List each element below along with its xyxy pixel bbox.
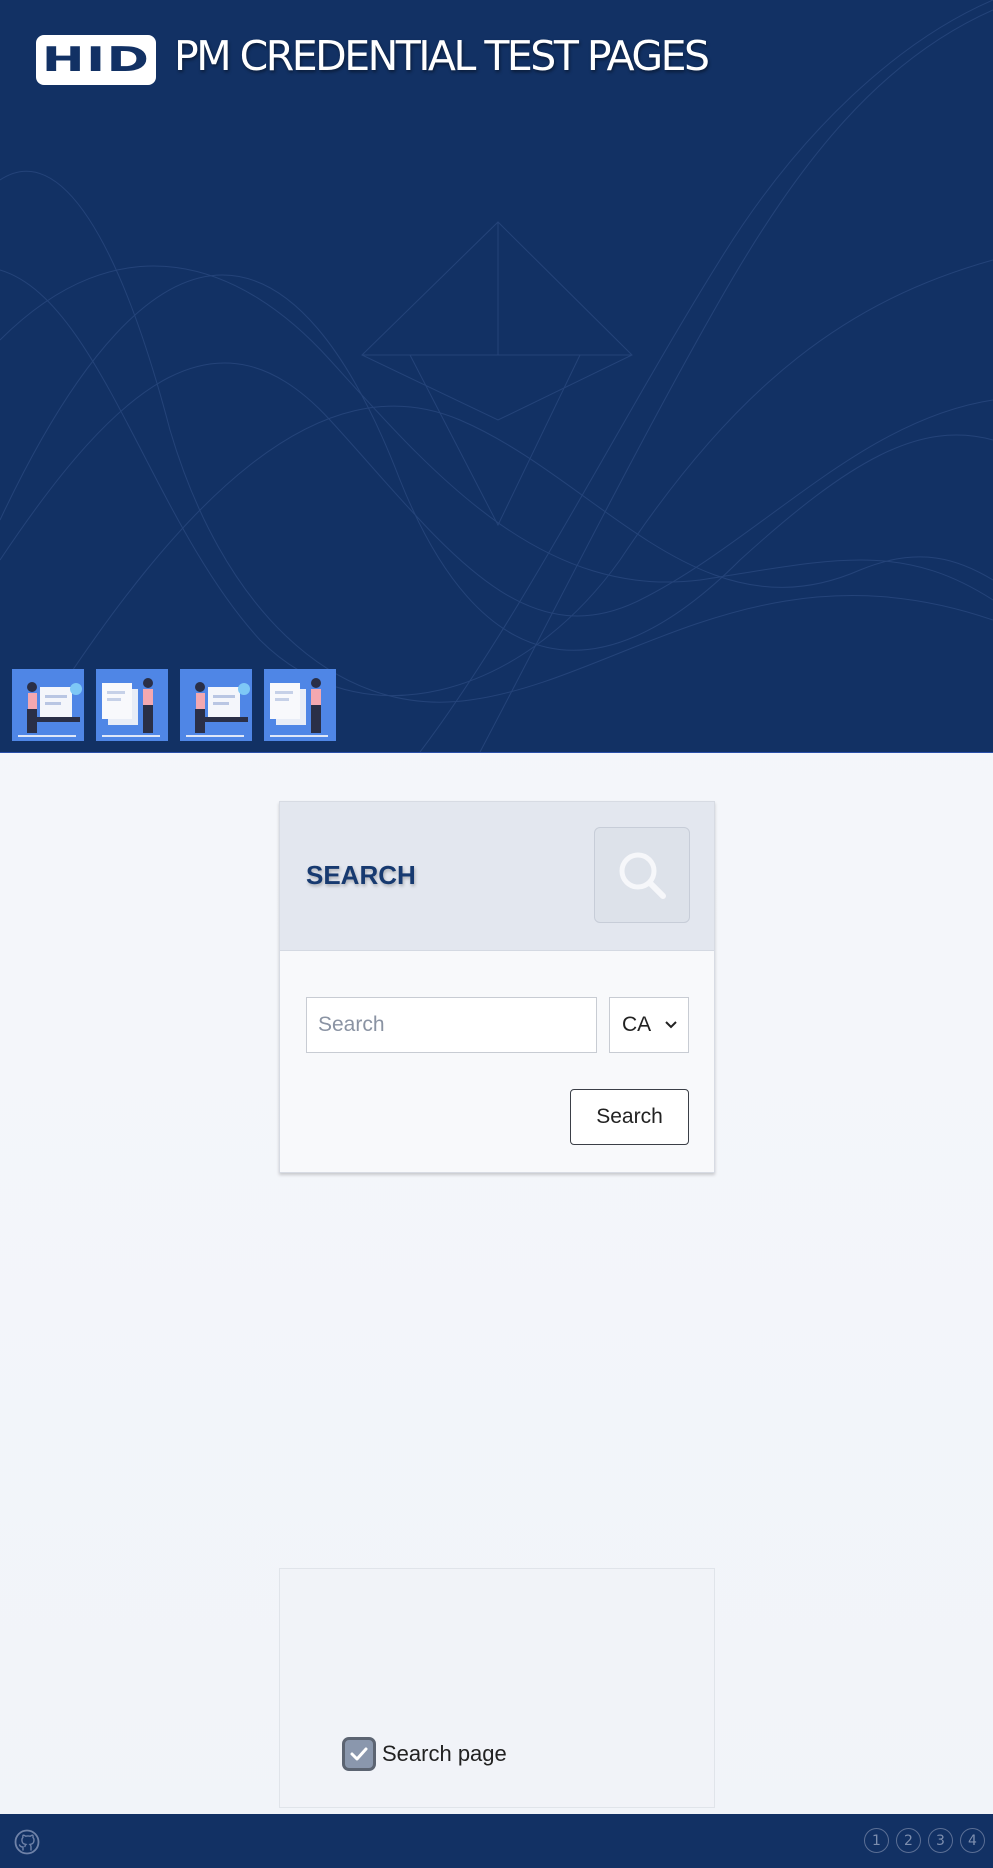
page-link-3[interactable]: 3 [928, 1828, 953, 1853]
thumbnail-strip [12, 669, 336, 741]
page-link-2[interactable]: 2 [896, 1828, 921, 1853]
search-card: SEARCH CA Search [279, 801, 715, 1173]
region-select-value: CA [622, 1013, 652, 1036]
page-title: PM CREDENTIAL TEST PAGES [174, 32, 710, 80]
search-page-checkbox[interactable] [342, 1737, 376, 1771]
person-documents-illustration-icon [102, 678, 160, 737]
search-page-checkbox-label: Search page [382, 1741, 507, 1766]
search-card-header: SEARCH [280, 802, 714, 951]
search-badge [594, 827, 690, 923]
page-link-4[interactable]: 4 [960, 1828, 985, 1853]
region-select[interactable]: CA [609, 997, 689, 1053]
thumbnail-3[interactable] [180, 669, 252, 741]
github-icon[interactable] [14, 1829, 40, 1855]
search-button[interactable]: Search [570, 1089, 689, 1145]
footer-bar: 1 2 3 4 [0, 1814, 993, 1868]
decorative-background-lines [0, 0, 993, 752]
person-laptop-illustration-icon [186, 682, 250, 737]
search-card-title: SEARCH [306, 860, 416, 890]
search-button-label: Search [596, 1105, 663, 1128]
thumbnail-1[interactable] [12, 669, 84, 741]
person-laptop-illustration-icon [18, 682, 82, 737]
header-banner: HID PM CREDENTIAL TEST PAGES [0, 0, 993, 753]
hid-logo[interactable]: HID [36, 35, 156, 85]
search-input[interactable] [306, 997, 597, 1053]
person-documents-illustration-icon [270, 678, 328, 737]
page-pager: 1 2 3 4 [864, 1828, 985, 1853]
bottom-panel: Search page [279, 1568, 715, 1808]
page-link-1[interactable]: 1 [864, 1828, 889, 1853]
chevron-down-icon [665, 1021, 677, 1029]
checkmark-icon [350, 1747, 368, 1761]
search-page-checkbox-row[interactable]: Search page [342, 1737, 507, 1771]
thumbnail-2[interactable] [96, 669, 168, 741]
thumbnail-4[interactable] [264, 669, 336, 741]
logo-text: HID [41, 40, 151, 80]
magnifier-icon [619, 852, 666, 899]
